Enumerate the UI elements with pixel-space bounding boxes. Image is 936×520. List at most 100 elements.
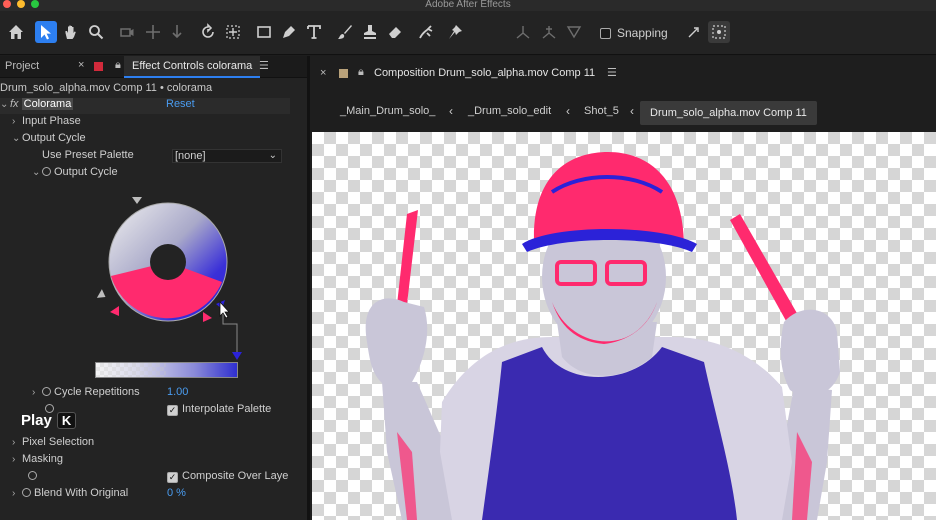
orbit-camera-icon[interactable] [116,21,138,43]
palette-checker [96,363,166,377]
close-icon[interactable]: × [78,59,84,71]
home-icon[interactable] [5,21,27,43]
wheel-marker-pink-2[interactable] [203,312,212,322]
wheel-marker-gray[interactable] [96,289,108,301]
anchor-tool-icon[interactable] [222,21,244,43]
blend-with-original-value[interactable]: 0 % [167,487,186,499]
palette-gradient-bar[interactable] [95,362,238,378]
brush-tool-icon[interactable] [334,21,356,43]
selection-tool-icon[interactable] [35,21,57,43]
snapping-toggle[interactable]: Snapping [600,26,668,40]
blend-with-original-row: › Blend With Original 0 % [12,487,292,503]
cycle-repetitions-value[interactable]: 1.00 [167,386,188,398]
pen-tool-icon[interactable] [278,21,300,43]
lock-icon[interactable]: 🔒︎ [358,66,364,79]
chevron-right-icon[interactable]: › [32,387,42,398]
type-tool-icon[interactable] [303,21,325,43]
breadcrumb-item[interactable]: Shot_5 [584,105,619,117]
effect-name[interactable]: Colorama [21,98,74,110]
cycle-repetitions-label: Cycle Repetitions [54,386,140,398]
composite-over-layer-row: ✓ Composite Over Laye [28,470,298,486]
clone-stamp-icon[interactable] [359,21,381,43]
wheel-marker-white[interactable] [132,197,142,204]
composition-viewer[interactable] [312,132,936,520]
rectangle-tool-icon[interactable] [253,21,275,43]
zoom-tool-icon[interactable] [85,21,107,43]
chevron-right-icon[interactable]: › [12,116,22,127]
breadcrumb-item-active[interactable]: Drum_solo_alpha.mov Comp 11 [640,101,817,125]
layer-color-icon [94,62,103,71]
preset-palette-dropdown[interactable]: [none] ⌄ [172,149,282,163]
play-shortcut-hint: Play K [21,412,77,429]
left-fist [365,298,428,387]
chevron-down-icon[interactable]: ⌄ [32,167,42,178]
cycle-repetitions-row: › Cycle Repetitions 1.00 [32,386,292,402]
use-preset-palette-label: Use Preset Palette [42,149,134,161]
right-drumstick [730,214,802,328]
output-cycle-group-row[interactable]: ⌄ Output Cycle [12,132,86,148]
chevron-right-icon[interactable]: › [12,454,22,465]
chevron-down-icon: ⌄ [268,150,277,161]
hand-tool-icon[interactable] [60,21,82,43]
lock-icon[interactable]: 🔒︎ [115,59,121,72]
palette-marker-blue[interactable] [232,352,242,360]
snapping-checkbox[interactable] [600,27,611,39]
snap-grid-icon[interactable] [708,21,730,43]
masking-row[interactable]: › Masking [12,453,63,469]
chevron-down-icon[interactable]: ⌄ [0,99,10,110]
input-phase-label: Input Phase [22,115,81,127]
rotation-tool-icon[interactable] [197,21,219,43]
composition-tab-title[interactable]: Composition Drum_solo_alpha.mov Comp 11 [374,67,595,79]
eraser-tool-icon[interactable] [384,21,406,43]
pan-camera-icon[interactable] [142,21,164,43]
interpolate-palette-label: Interpolate Palette [182,403,272,415]
fx-icon[interactable]: fx [10,98,19,110]
left-panel-tabs: Project × 🔒︎ Effect Controls colorama ☰ [0,56,307,78]
puppet-pin-icon[interactable] [444,21,466,43]
pixel-selection-row[interactable]: › Pixel Selection [12,436,94,452]
breadcrumb-item[interactable]: _Main_Drum_solo_ [340,105,435,117]
output-cycle-label: Output Cycle [22,132,86,144]
output-cycle-row[interactable]: ⌄ Output Cycle [32,166,118,182]
stopwatch-icon[interactable] [42,167,51,176]
wheel-hole [150,244,186,280]
play-hint-key: K [56,412,77,429]
effect-header-row[interactable]: ⌄ fx Colorama Reset [0,98,290,114]
app-title: Adobe After Effects [425,0,511,10]
roto-brush-icon[interactable] [415,21,437,43]
chevron-left-icon: ‹ [449,104,453,118]
chevron-right-icon[interactable]: › [12,437,22,448]
interpolate-palette-row: ✓ Interpolate Palette [45,403,295,419]
tab-project[interactable]: Project [5,60,39,72]
interpolate-palette-checkbox[interactable]: ✓ [167,405,178,416]
panel-menu-icon[interactable]: ☰ [607,66,617,79]
output-cycle-wheel[interactable] [94,192,244,382]
tab-effect-controls[interactable]: Effect Controls colorama [124,56,261,78]
chevron-down-icon[interactable]: ⌄ [12,133,22,144]
composition-panel: × 🔒︎ Composition Drum_solo_alpha.mov Com… [310,56,936,520]
breadcrumb-item[interactable]: _Drum_solo_edit [468,105,551,117]
dolly-camera-icon[interactable] [166,21,188,43]
input-phase-row[interactable]: › Input Phase [12,115,81,131]
snap-edge-icon[interactable] [683,21,705,43]
composite-over-layer-checkbox[interactable]: ✓ [167,472,178,483]
masking-label: Masking [22,453,63,465]
composite-over-layer-label: Composite Over Laye [182,470,289,482]
stopwatch-icon[interactable] [28,471,37,480]
drummer-image [365,152,840,520]
chevron-left-icon: ‹ [566,104,570,118]
axis-local-icon[interactable] [512,21,534,43]
axis-world-icon[interactable] [538,21,560,43]
stopwatch-icon[interactable] [22,488,31,497]
wheel-marker-pink-1[interactable] [110,306,119,316]
chevron-right-icon[interactable]: › [12,488,22,499]
effect-controls-panel: Project × 🔒︎ Effect Controls colorama ☰ … [0,56,307,520]
reset-button[interactable]: Reset [166,98,195,110]
panel-menu-icon[interactable]: ☰ [259,59,269,72]
close-icon[interactable]: × [320,67,326,79]
output-cycle-sub-label: Output Cycle [54,166,118,178]
axis-view-icon[interactable] [563,21,585,43]
play-hint-label: Play [21,412,52,429]
stopwatch-icon[interactable] [42,387,51,396]
pixel-selection-label: Pixel Selection [22,436,95,448]
